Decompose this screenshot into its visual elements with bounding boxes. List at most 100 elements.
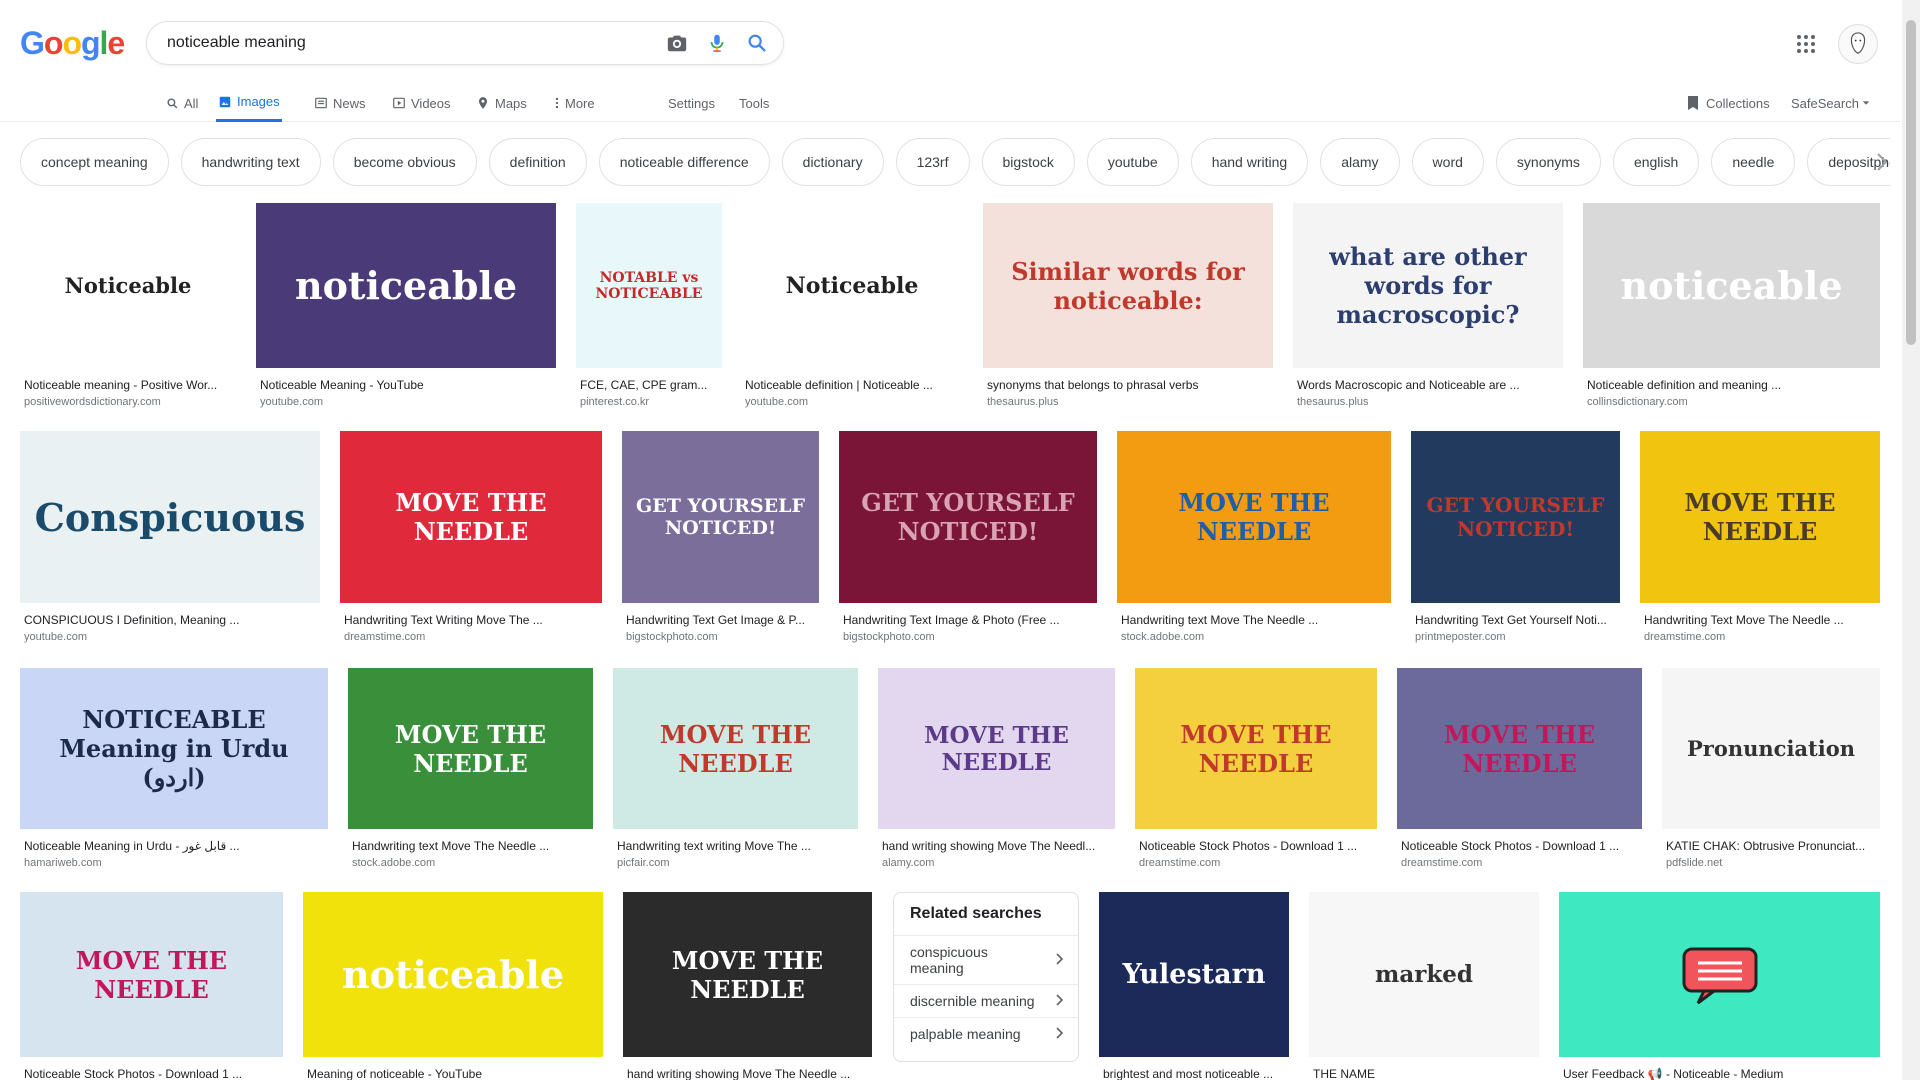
result-thumbnail[interactable]: noticeable: [1583, 203, 1880, 368]
chip-hand-writing[interactable]: hand writing: [1190, 138, 1309, 186]
image-result[interactable]: User Feedback 📢 - Noticeable - Medium: [1559, 892, 1880, 1080]
image-result[interactable]: Yulestarn brightest and most noticeable .…: [1099, 892, 1289, 1080]
related-search-item[interactable]: discernible meaning: [894, 984, 1078, 1017]
result-thumbnail[interactable]: noticeable: [303, 892, 603, 1057]
result-thumbnail[interactable]: Noticeable: [20, 203, 236, 368]
result-caption[interactable]: hand writing showing Move The Needle ...: [627, 1067, 870, 1080]
search-input[interactable]: [167, 34, 649, 52]
tab-images[interactable]: Images: [216, 84, 282, 122]
result-caption[interactable]: Noticeable definition and meaning ...: [1587, 378, 1878, 392]
result-caption[interactable]: THE NAME: [1313, 1067, 1537, 1080]
image-result[interactable]: MOVE THE NEEDLE Handwriting Text Move The…: [1640, 431, 1880, 643]
tab-news[interactable]: News: [314, 84, 366, 122]
result-caption[interactable]: Handwriting Text Get Image & P...: [626, 613, 817, 627]
result-thumbnail[interactable]: GET YOURSELF NOTICED!: [622, 431, 819, 603]
tab-all[interactable]: All: [166, 84, 198, 122]
image-result[interactable]: NOTABLE vs NOTICEABLE FCE, CAE, CPE gram.…: [576, 203, 722, 408]
mic-icon[interactable]: [705, 31, 729, 55]
result-thumbnail[interactable]: NOTICEABLE Meaning in Urdu (اردو): [20, 668, 328, 829]
result-caption[interactable]: Noticeable Meaning in Urdu - قابل غور ..…: [24, 839, 326, 853]
image-result[interactable]: what are other words for macroscopic? Wor…: [1293, 203, 1563, 408]
result-thumbnail[interactable]: Yulestarn: [1099, 892, 1289, 1057]
result-caption[interactable]: Noticeable Stock Photos - Download 1 ...: [24, 1067, 281, 1080]
result-caption[interactable]: Words Macroscopic and Noticeable are ...: [1297, 378, 1561, 392]
image-result[interactable]: Noticeable Noticeable definition | Notice…: [741, 203, 963, 408]
result-caption[interactable]: Handwriting text writing Move The ...: [617, 839, 856, 853]
image-result[interactable]: Conspicuous CONSPICUOUS I Definition, Mea…: [20, 431, 320, 643]
image-result[interactable]: Similar words for noticeable: synonyms th…: [983, 203, 1273, 408]
image-result[interactable]: MOVE THE NEEDLE hand writing showing Move…: [623, 892, 872, 1080]
safesearch-dropdown[interactable]: SafeSearch: [1791, 84, 1870, 122]
result-caption[interactable]: Handwriting Text Writing Move The ...: [344, 613, 600, 627]
chip-definition[interactable]: definition: [488, 138, 587, 186]
result-caption[interactable]: Handwriting text Move The Needle ...: [1121, 613, 1389, 627]
result-thumbnail[interactable]: Noticeable: [741, 203, 963, 368]
image-result[interactable]: GET YOURSELF NOTICED! Handwriting Text Ge…: [622, 431, 819, 643]
result-thumbnail[interactable]: MOVE THE NEEDLE: [1135, 668, 1377, 829]
result-thumbnail[interactable]: [1559, 892, 1880, 1057]
chip-noticeable-difference[interactable]: noticeable difference: [598, 138, 770, 186]
tab-settings[interactable]: Settings: [668, 84, 715, 122]
result-thumbnail[interactable]: MOVE THE NEEDLE: [1397, 668, 1642, 829]
tab-tools[interactable]: Tools: [739, 84, 769, 122]
search-icon[interactable]: [745, 31, 769, 55]
google-logo[interactable]: Google: [20, 25, 125, 62]
chip-123rf[interactable]: 123rf: [895, 138, 970, 186]
result-thumbnail[interactable]: MOVE THE NEEDLE: [340, 431, 602, 603]
result-thumbnail[interactable]: MOVE THE NEEDLE: [1640, 431, 1880, 603]
image-result[interactable]: MOVE THE NEEDLE Noticeable Stock Photos -…: [1397, 668, 1642, 869]
chip-concept-meaning[interactable]: concept meaning: [20, 138, 169, 186]
image-result[interactable]: Pronunciation KATIE CHAK: Obtrusive Pronu…: [1662, 668, 1880, 869]
page-scrollbar[interactable]: [1902, 0, 1920, 1080]
tab-maps[interactable]: Maps: [476, 84, 527, 122]
result-thumbnail[interactable]: what are other words for macroscopic?: [1293, 203, 1563, 368]
result-caption[interactable]: FCE, CAE, CPE gram...: [580, 378, 720, 392]
image-result[interactable]: MOVE THE NEEDLE hand writing showing Move…: [878, 668, 1115, 869]
result-caption[interactable]: Noticeable meaning - Positive Wor...: [24, 378, 234, 392]
image-result[interactable]: MOVE THE NEEDLE Noticeable Stock Photos -…: [20, 892, 283, 1080]
apps-grid-icon[interactable]: [1794, 32, 1818, 56]
image-result[interactable]: GET YOURSELF NOTICED! Handwriting Text Im…: [839, 431, 1097, 643]
related-search-item[interactable]: conspicuous meaning: [894, 935, 1078, 984]
image-result[interactable]: GET YOURSELF NOTICED! Handwriting Text Ge…: [1411, 431, 1620, 643]
chip-alamy[interactable]: alamy: [1320, 138, 1400, 186]
result-thumbnail[interactable]: MOVE THE NEEDLE: [878, 668, 1115, 829]
result-thumbnail[interactable]: Conspicuous: [20, 431, 320, 603]
chip-english[interactable]: english: [1612, 138, 1700, 186]
result-caption[interactable]: User Feedback 📢 - Noticeable - Medium: [1563, 1067, 1878, 1080]
image-result[interactable]: marked THE NAME: [1309, 892, 1539, 1080]
tab-videos[interactable]: Videos: [392, 84, 451, 122]
result-caption[interactable]: Noticeable definition | Noticeable ...: [745, 378, 961, 392]
image-result[interactable]: MOVE THE NEEDLE Noticeable Stock Photos -…: [1135, 668, 1377, 869]
result-thumbnail[interactable]: Pronunciation: [1662, 668, 1880, 829]
result-thumbnail[interactable]: Similar words for noticeable:: [983, 203, 1273, 368]
result-caption[interactable]: hand writing showing Move The Needl...: [882, 839, 1113, 853]
image-result[interactable]: MOVE THE NEEDLE Handwriting Text Writing …: [340, 431, 602, 643]
image-result[interactable]: MOVE THE NEEDLE Handwriting text Move The…: [348, 668, 593, 869]
result-thumbnail[interactable]: GET YOURSELF NOTICED!: [839, 431, 1097, 603]
image-result[interactable]: MOVE THE NEEDLE Handwriting text writing …: [613, 668, 858, 869]
result-caption[interactable]: Handwriting Text Get Yourself Noti...: [1415, 613, 1618, 627]
chip-youtube[interactable]: youtube: [1086, 138, 1179, 186]
image-result[interactable]: noticeable Noticeable definition and mean…: [1583, 203, 1880, 408]
chevron-right-icon[interactable]: [1876, 152, 1888, 177]
chip-bigstock[interactable]: bigstock: [981, 138, 1075, 186]
tab-more[interactable]: More: [554, 84, 595, 122]
result-caption[interactable]: brightest and most noticeable ...: [1103, 1067, 1287, 1080]
result-thumbnail[interactable]: GET YOURSELF NOTICED!: [1411, 431, 1620, 603]
result-caption[interactable]: CONSPICUOUS I Definition, Meaning ...: [24, 613, 318, 627]
chip-synonyms[interactable]: synonyms: [1495, 138, 1601, 186]
camera-icon[interactable]: [665, 31, 689, 55]
result-caption[interactable]: Handwriting Text Move The Needle ...: [1644, 613, 1878, 627]
result-caption[interactable]: synonyms that belongs to phrasal verbs: [987, 378, 1271, 392]
related-search-item[interactable]: palpable meaning: [894, 1017, 1078, 1050]
result-caption[interactable]: Noticeable Meaning - YouTube: [260, 378, 554, 392]
result-caption[interactable]: Meaning of noticeable - YouTube: [307, 1067, 601, 1080]
result-thumbnail[interactable]: MOVE THE NEEDLE: [20, 892, 283, 1057]
result-thumbnail[interactable]: MOVE THE NEEDLE: [623, 892, 872, 1057]
image-result[interactable]: noticeable Meaning of noticeable - YouTub…: [303, 892, 603, 1080]
result-caption[interactable]: Noticeable Stock Photos - Download 1 ...: [1139, 839, 1375, 853]
chip-handwriting-text[interactable]: handwriting text: [180, 138, 321, 186]
result-thumbnail[interactable]: MOVE THE NEEDLE: [613, 668, 858, 829]
image-result[interactable]: MOVE THE NEEDLE Handwriting text Move The…: [1117, 431, 1391, 643]
